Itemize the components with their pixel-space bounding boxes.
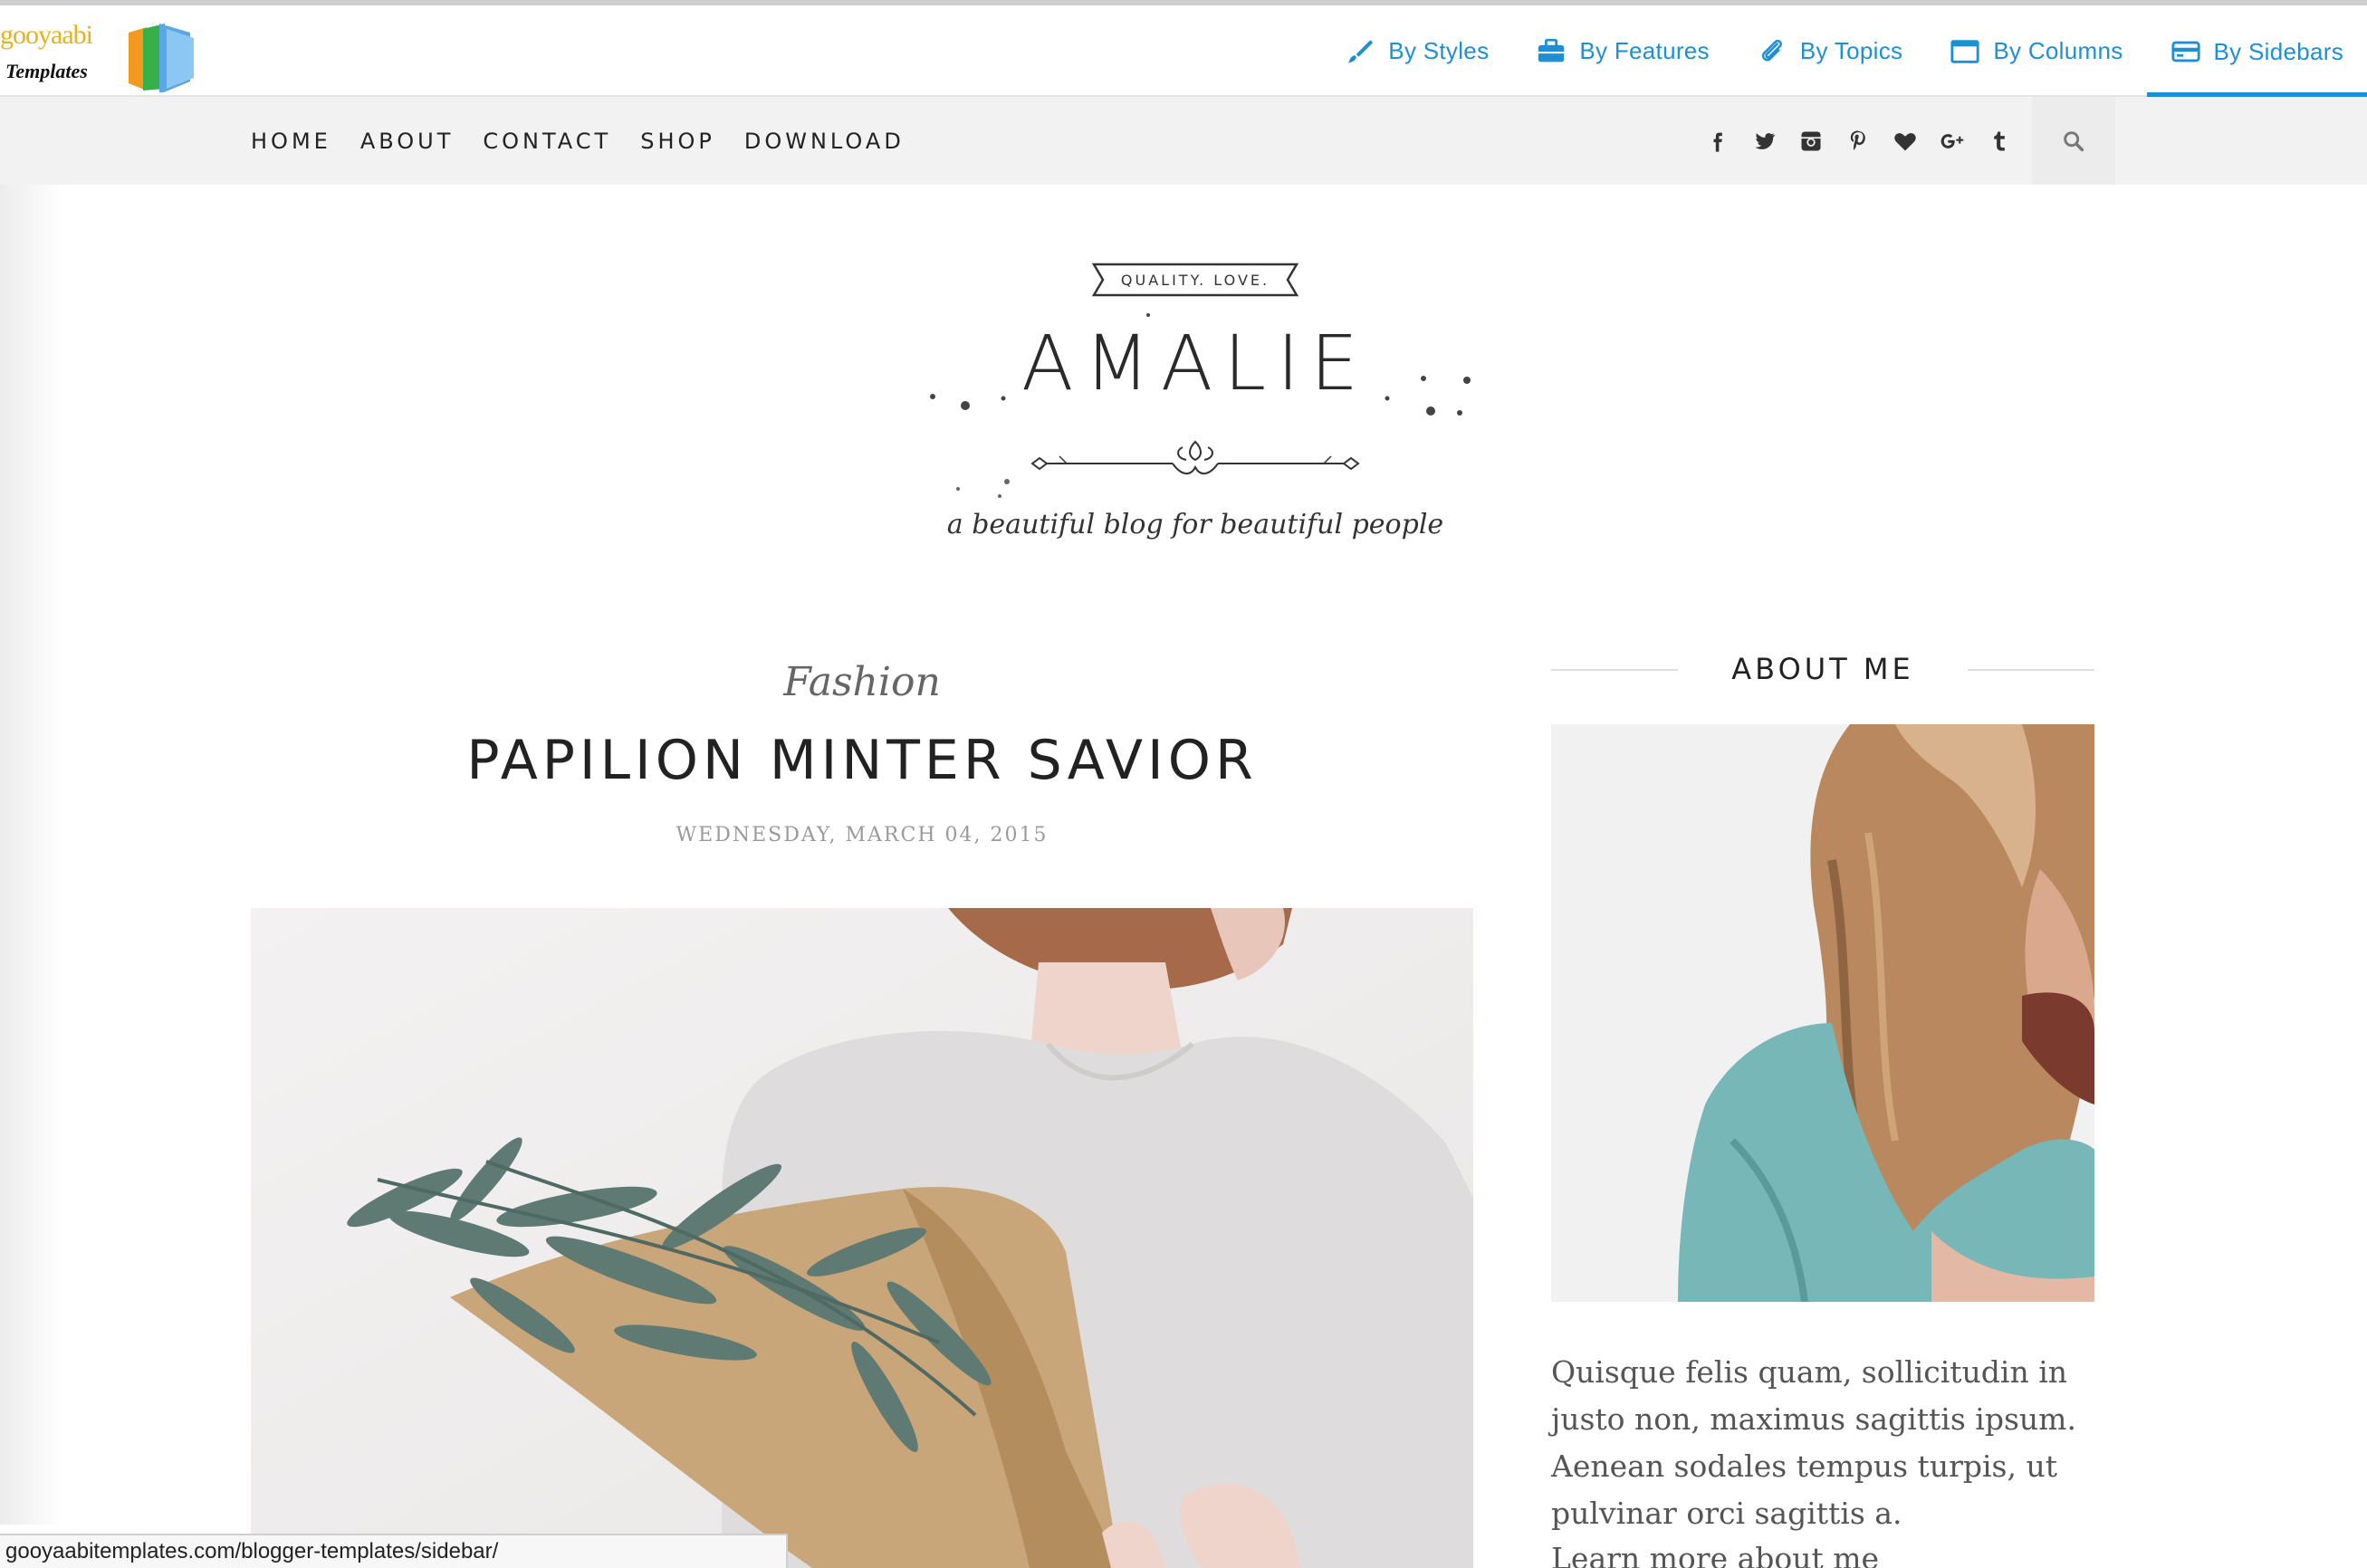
menu-about[interactable]: ABOUT: [360, 129, 455, 154]
nav-by-sidebars[interactable]: By Sidebars: [2146, 5, 2367, 97]
window-icon: [1950, 39, 1979, 63]
about-me-photo[interactable]: [1551, 724, 2094, 1302]
post-category[interactable]: Fashion: [251, 659, 1473, 705]
brush-icon: [1348, 39, 1374, 63]
blog-title: AMALIE: [1021, 319, 1370, 407]
blog-nav-bar: HOME ABOUT CONTACT SHOP DOWNLOAD: [0, 97, 2367, 185]
paperclip-icon: [1761, 39, 1782, 61]
blog-logo[interactable]: QUALITY. LOVE. AMALIE a beautiful blog f…: [906, 244, 1485, 570]
gooyaabi-logo-text: gooyaabi: [0, 20, 93, 50]
social-links: [1693, 97, 2023, 185]
nav-by-features[interactable]: By Features: [1512, 5, 1732, 97]
post-featured-image[interactable]: [251, 908, 1473, 1568]
heart-icon[interactable]: [1882, 129, 1929, 154]
page-shadow: [0, 185, 63, 1525]
blog-tagline: a beautiful blog for beautiful people: [946, 509, 1444, 540]
nav-label: By Columns: [1993, 37, 2123, 64]
menu-home[interactable]: HOME: [251, 129, 331, 154]
status-url: gooyaabitemplates.com/blogger-templates/…: [5, 1539, 499, 1563]
tumblr-icon[interactable]: [1976, 129, 2023, 154]
main-menu: HOME ABOUT CONTACT SHOP DOWNLOAD: [251, 97, 934, 185]
divider-line-right: [1968, 669, 2094, 671]
gooyaabi-logo-subtext: Templates: [5, 60, 88, 82]
post-photo: [251, 908, 1473, 1568]
facebook-icon[interactable]: [1693, 129, 1740, 154]
browser-status-bar: gooyaabitemplates.com/blogger-templates/…: [0, 1534, 788, 1568]
post-date: WEDNESDAY, MARCH 04, 2015: [676, 824, 1049, 846]
nav-label: By Sidebars: [2213, 37, 2343, 65]
learn-more-link[interactable]: Learn more about me: [1551, 1541, 1879, 1568]
pinterest-icon[interactable]: [1835, 129, 1882, 154]
about-me-text: Quisque felis quam, sollicitudin in just…: [1551, 1354, 2076, 1531]
books-logo-icon: [129, 24, 194, 92]
instagram-icon[interactable]: [1787, 129, 1835, 154]
twitter-icon[interactable]: [1740, 129, 1787, 154]
about-me-heading: ABOUT ME: [1551, 646, 2094, 692]
flourish-ornament: [1030, 440, 1360, 474]
nav-by-styles[interactable]: By Styles: [1321, 5, 1512, 97]
menu-contact[interactable]: CONTACT: [483, 129, 611, 154]
menu-shop[interactable]: SHOP: [640, 129, 715, 154]
gooyaabi-logo[interactable]: gooyaabi Templates: [0, 14, 208, 96]
gooyaabi-top-bar: gooyaabi Templates By Styles By Features: [0, 0, 2367, 97]
credit-card-icon: [2171, 41, 2200, 62]
gooyaabi-nav: By Styles By Features By Topics By Colum…: [1321, 5, 2367, 97]
nav-label: By Features: [1579, 37, 1710, 64]
google-plus-icon[interactable]: [1929, 129, 1976, 154]
nav-by-columns[interactable]: By Columns: [1926, 5, 2146, 97]
search-button[interactable]: [2032, 97, 2115, 185]
briefcase-icon: [1538, 38, 1565, 62]
menu-download[interactable]: DOWNLOAD: [744, 129, 905, 154]
profile-photo: [1551, 724, 2094, 1302]
nav-by-topics[interactable]: By Topics: [1733, 5, 1927, 97]
search-icon: [2064, 130, 2084, 151]
nav-label: By Topics: [1799, 37, 1903, 64]
nav-label: By Styles: [1388, 37, 1490, 64]
post-title[interactable]: PAPILION MINTER SAVIOR: [251, 729, 1473, 792]
